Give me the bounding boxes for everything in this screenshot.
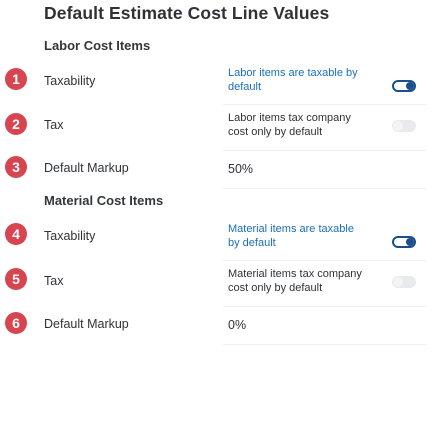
labor-taxability-toggle[interactable]	[392, 80, 416, 92]
labor-tax-value: Labor items tax company cost only by def…	[228, 112, 351, 138]
labor-markup-value[interactable]: 50%	[228, 162, 253, 176]
toggle-knob	[393, 277, 403, 287]
step-badge-5: 5	[5, 268, 27, 290]
material-taxability-toggle[interactable]	[392, 236, 416, 248]
labor-tax-label: Tax	[44, 118, 64, 132]
step-badge-1: 1	[5, 68, 27, 90]
material-markup-cell	[223, 308, 427, 345]
toggle-knob	[406, 238, 414, 246]
material-markup-label: Default Markup	[44, 317, 129, 331]
labor-tax-toggle[interactable]	[392, 120, 416, 132]
material-markup-value[interactable]: 0%	[228, 318, 246, 332]
step-badge-2: 2	[5, 113, 27, 135]
toggle-knob	[393, 121, 403, 131]
material-taxability-value: Material items are taxable by default	[228, 223, 354, 249]
section-heading-labor: Labor Cost Items	[44, 38, 151, 53]
material-tax-label: Tax	[44, 274, 64, 288]
labor-taxability-value: Labor items are taxable by default	[228, 67, 358, 93]
material-tax-value: Material items tax company cost only by …	[228, 268, 362, 294]
section-heading-material: Material Cost Items	[44, 193, 164, 208]
step-badge-6: 6	[5, 312, 27, 334]
page-title: Default Estimate Cost Line Values	[44, 3, 330, 23]
labor-markup-label: Default Markup	[44, 161, 129, 175]
labor-markup-cell	[223, 152, 427, 189]
toggle-knob	[406, 82, 414, 90]
material-tax-toggle[interactable]	[392, 276, 416, 288]
step-badge-4: 4	[5, 223, 27, 245]
material-taxability-label: Taxability	[44, 229, 96, 243]
step-badge-3: 3	[5, 156, 27, 178]
labor-taxability-label: Taxability	[44, 74, 96, 88]
